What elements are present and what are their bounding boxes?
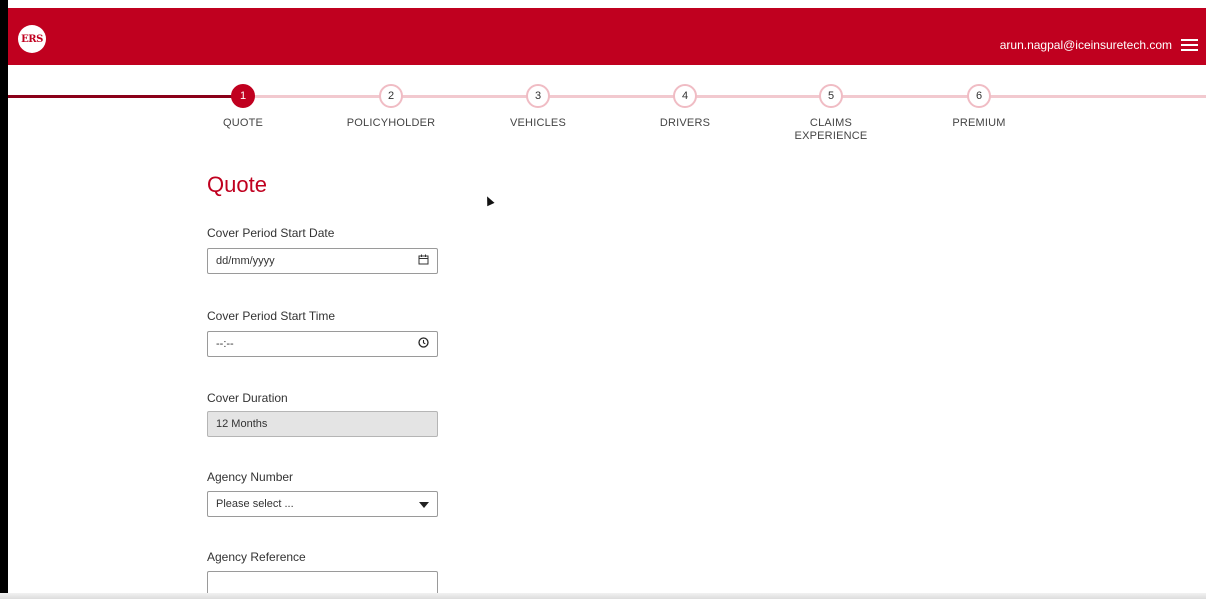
step-policyholder[interactable]: 2 POLICYHOLDER	[331, 84, 451, 130]
start-date-input[interactable]: dd/mm/yyyy	[207, 248, 438, 274]
duration-value: 12 Months	[216, 418, 268, 430]
step-number: 2	[379, 84, 403, 108]
app-window: ERS arun.nagpal@iceinsuretech.com 1 QUOT…	[0, 0, 1206, 599]
step-number: 1	[231, 84, 255, 108]
step-label: DRIVERS	[659, 117, 711, 129]
chevron-down-icon[interactable]	[419, 502, 429, 508]
user-email[interactable]: arun.nagpal@iceinsuretech.com	[1000, 38, 1172, 52]
page-title: Quote	[207, 172, 267, 197]
agency-reference-label: Agency Reference	[207, 550, 306, 564]
step-number: 4	[673, 84, 697, 108]
start-time-label: Cover Period Start Time	[207, 309, 336, 323]
agency-number-value: Please select ...	[216, 498, 294, 510]
duration-field: 12 Months	[207, 411, 438, 437]
ers-logo[interactable]: ERS	[18, 25, 46, 53]
duration-label: Cover Duration	[207, 391, 288, 405]
progress-stepper: 1 QUOTE 2 POLICYHOLDER 3 VEHICLES 4 DRIV…	[0, 80, 1206, 150]
agency-number-label: Agency Number	[207, 470, 294, 484]
step-premium[interactable]: 6 PREMIUM	[919, 84, 1039, 130]
step-label: QUOTE	[222, 117, 264, 129]
agency-number-select[interactable]: Please select ...	[207, 491, 438, 517]
step-number: 3	[526, 84, 550, 108]
step-number: 5	[819, 84, 843, 108]
step-number: 6	[967, 84, 991, 108]
step-drivers[interactable]: 4 DRIVERS	[625, 84, 745, 130]
start-date-label: Cover Period Start Date	[207, 226, 335, 240]
step-label: PREMIUM	[952, 117, 1006, 129]
start-time-input[interactable]: --:--	[207, 331, 438, 357]
bottom-edge	[0, 593, 1206, 599]
logo-text: ERS	[21, 33, 43, 45]
calendar-icon[interactable]	[418, 254, 429, 268]
top-header-bar: ERS arun.nagpal@iceinsuretech.com	[8, 8, 1206, 65]
step-label: VEHICLES	[509, 117, 566, 129]
step-claims-experience[interactable]: 5 CLAIMS EXPERIENCE	[771, 84, 891, 143]
hamburger-menu-icon[interactable]	[1181, 39, 1198, 51]
step-label: CLAIMS EXPERIENCE	[794, 117, 868, 142]
top-strip	[0, 0, 1206, 8]
step-vehicles[interactable]: 3 VEHICLES	[478, 84, 598, 130]
start-time-value: --:--	[216, 338, 234, 350]
clock-icon[interactable]	[418, 337, 429, 351]
start-date-value: dd/mm/yyyy	[216, 255, 275, 267]
mouse-pointer	[483, 194, 495, 207]
step-quote[interactable]: 1 QUOTE	[183, 84, 303, 130]
step-label: POLICYHOLDER	[346, 117, 436, 129]
